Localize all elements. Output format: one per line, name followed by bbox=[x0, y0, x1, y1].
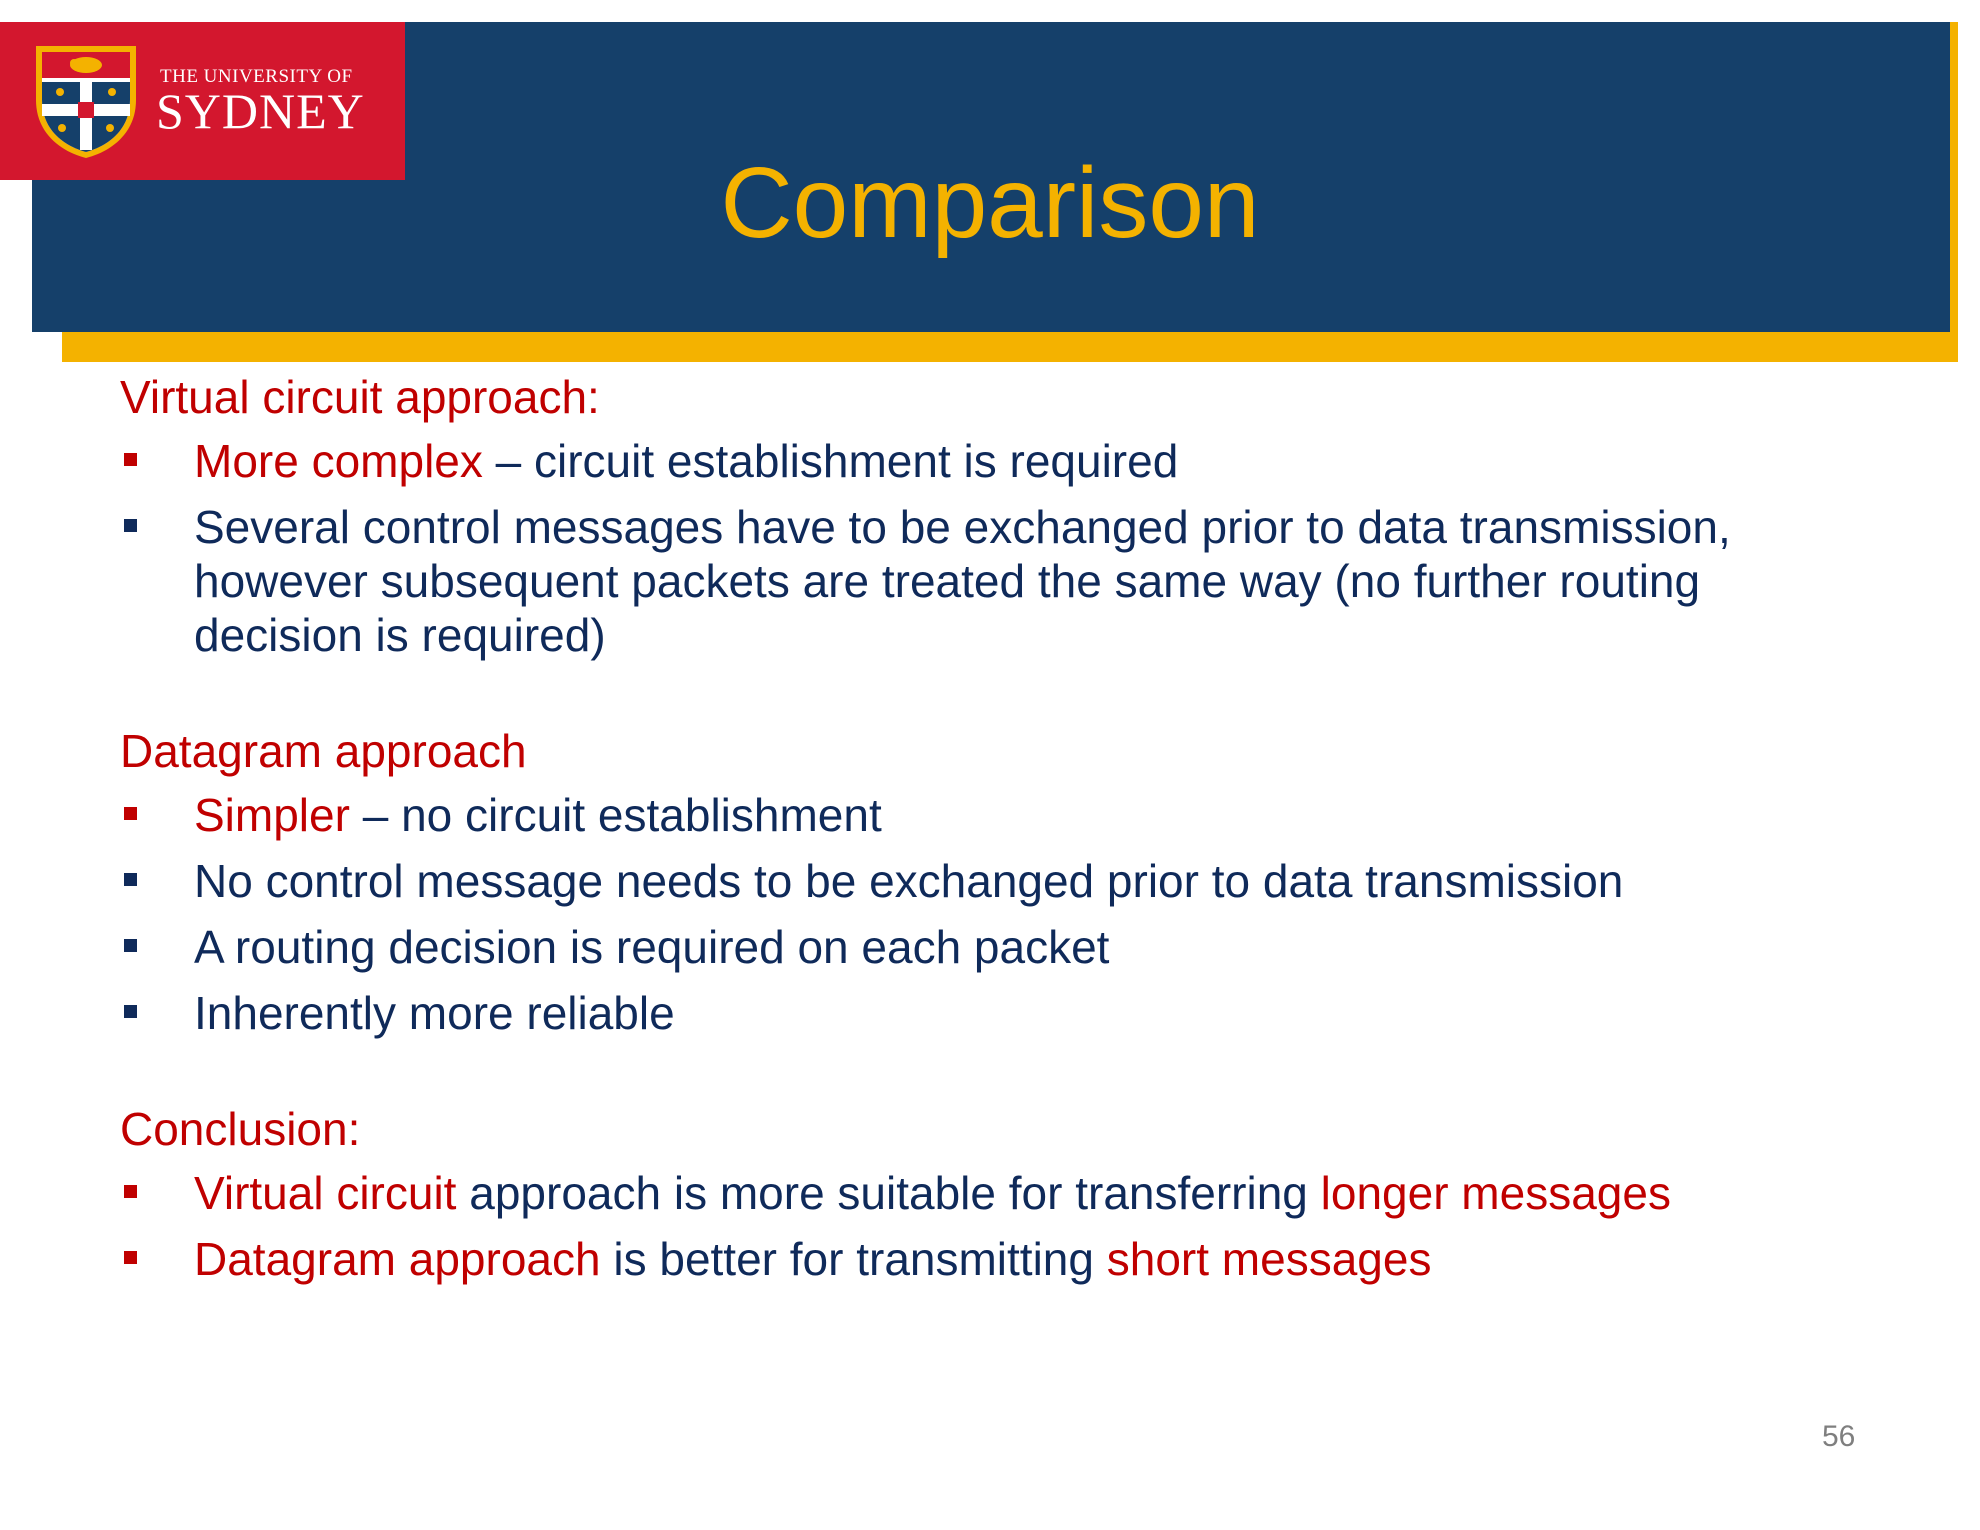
section-datagram: Datagram approach Simpler – no circuit e… bbox=[120, 724, 1880, 1040]
logo-text-line2: SYDNEY bbox=[156, 83, 365, 139]
bullet-text: is better for transmitting bbox=[600, 1233, 1107, 1285]
section-heading: Virtual circuit approach: bbox=[120, 371, 600, 423]
section-conclusion: Conclusion: Virtual circuit approach is … bbox=[120, 1102, 1880, 1286]
bullet-square-icon bbox=[124, 807, 137, 820]
page-number: 56 bbox=[1822, 1420, 1856, 1453]
bullet-square-icon bbox=[124, 939, 137, 952]
crest-icon bbox=[36, 46, 136, 158]
bullet-square-icon bbox=[124, 1185, 137, 1198]
section-virtual-circuit: Virtual circuit approach: More complex –… bbox=[120, 370, 1880, 662]
bullet-list: Simpler – no circuit establishment No co… bbox=[120, 788, 1880, 1040]
highlight-text: Datagram approach bbox=[194, 1233, 601, 1285]
list-item: No control message needs to be exchanged… bbox=[120, 854, 1880, 908]
bullet-text: Inherently more reliable bbox=[194, 987, 675, 1039]
list-item: More complex – circuit establishment is … bbox=[120, 434, 1880, 488]
bullet-text: – no circuit establishment bbox=[349, 789, 882, 841]
bullet-list: Virtual circuit approach is more suitabl… bbox=[120, 1166, 1880, 1286]
highlight-text: longer messages bbox=[1320, 1167, 1671, 1219]
bullet-list: More complex – circuit establishment is … bbox=[120, 434, 1880, 662]
highlight-text: Simpler bbox=[194, 789, 350, 841]
highlight-text: Virtual circuit bbox=[194, 1167, 457, 1219]
list-item: Datagram approach is better for transmit… bbox=[120, 1232, 1880, 1286]
bullet-square-icon bbox=[124, 519, 137, 532]
bullet-square-icon bbox=[124, 453, 137, 466]
list-item: Simpler – no circuit establishment bbox=[120, 788, 1880, 842]
list-item: A routing decision is required on each p… bbox=[120, 920, 1880, 974]
bullet-text: approach is more suitable for transferri… bbox=[456, 1167, 1321, 1219]
highlight-text: short messages bbox=[1106, 1233, 1432, 1285]
bullet-square-icon bbox=[124, 1005, 137, 1018]
highlight-text: More complex bbox=[194, 435, 483, 487]
section-heading: Datagram approach bbox=[120, 725, 527, 777]
bullet-text: A routing decision is required on each p… bbox=[194, 921, 1110, 973]
bullet-text: Several control messages have to be exch… bbox=[194, 501, 1731, 661]
list-item: Several control messages have to be exch… bbox=[120, 500, 1880, 662]
accent-bar-bottom bbox=[62, 332, 1958, 362]
list-item: Inherently more reliable bbox=[120, 986, 1880, 1040]
bullet-text: No control message needs to be exchanged… bbox=[194, 855, 1624, 907]
section-heading: Conclusion: bbox=[120, 1103, 361, 1155]
bullet-text: – circuit establishment is required bbox=[482, 435, 1179, 487]
list-item: Virtual circuit approach is more suitabl… bbox=[120, 1166, 1880, 1220]
bullet-square-icon bbox=[124, 873, 137, 886]
slide-title: Comparison bbox=[720, 147, 1260, 259]
bullet-square-icon bbox=[124, 1251, 137, 1264]
slide-body: Virtual circuit approach: More complex –… bbox=[120, 370, 1880, 1348]
